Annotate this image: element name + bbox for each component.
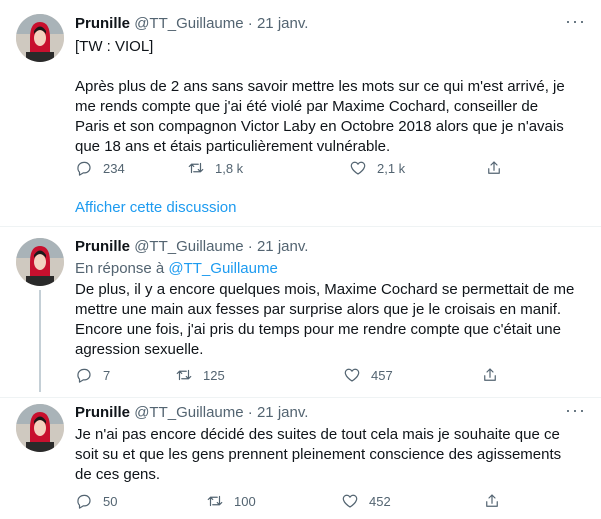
tweet-text: [TW : VIOL] Après plus de 2 ans sans sav… <box>75 38 565 155</box>
reply-count: 7 <box>103 367 111 383</box>
separator-dot: · <box>247 404 253 421</box>
reply-count: 50 <box>103 493 118 509</box>
tweet-date[interactable]: 21 janv. <box>257 238 308 255</box>
retweet-arrows-icon <box>176 369 192 381</box>
like-button[interactable]: 457 <box>343 365 393 385</box>
user-handle[interactable]: @TT_Guillaume <box>134 404 243 421</box>
tweet-actions: 7 125 457 <box>75 365 515 385</box>
retweet-count: 100 <box>234 493 256 509</box>
replying-prefix: En réponse à <box>75 260 165 277</box>
like-count: 457 <box>371 367 393 383</box>
reply-button[interactable]: 50 <box>75 491 117 511</box>
retweet-arrows-icon <box>207 495 223 507</box>
tweet-actions: 234 1,8 k 2,1 k <box>75 158 515 178</box>
share-upload-icon <box>484 368 496 381</box>
tweet-1[interactable]: Prunille @TT_Guillaume · 21 janv. ··· [T… <box>0 0 601 230</box>
tweet-text: De plus, il y a encore quelques mois, Ma… <box>75 281 579 358</box>
like-count: 2,1 k <box>377 160 406 176</box>
avatar[interactable] <box>16 14 64 62</box>
tweet-header: Prunille @TT_Guillaume · 21 janv. <box>75 403 308 422</box>
share-button[interactable] <box>483 491 501 511</box>
tweet-actions: 50 100 452 <box>75 491 515 511</box>
heart-icon <box>342 494 358 508</box>
display-name[interactable]: Prunille <box>75 15 130 32</box>
retweet-button[interactable]: 125 <box>175 365 225 385</box>
retweet-button[interactable]: 1,8 k <box>187 158 243 178</box>
retweet-arrows-icon <box>188 162 204 174</box>
like-button[interactable]: 452 <box>341 491 391 511</box>
thread-line <box>39 290 41 392</box>
separator-dot: · <box>247 15 253 32</box>
replying-to: En réponse à @TT_Guillaume <box>75 259 278 278</box>
reply-bubble-icon <box>77 368 91 383</box>
display-name[interactable]: Prunille <box>75 404 130 421</box>
show-thread-link[interactable]: Afficher cette discussion <box>75 199 236 216</box>
heart-icon <box>350 161 366 175</box>
share-upload-icon <box>488 161 500 174</box>
reply-button[interactable]: 7 <box>75 365 110 385</box>
reply-button[interactable]: 234 <box>75 158 125 178</box>
more-horizontal-icon[interactable]: ··· <box>565 12 585 34</box>
like-button[interactable]: 2,1 k <box>349 158 405 178</box>
reply-bubble-icon <box>77 161 91 176</box>
tweet-header: Prunille @TT_Guillaume · 21 janv. <box>75 237 308 256</box>
display-name[interactable]: Prunille <box>75 238 130 255</box>
retweet-button[interactable]: 100 <box>206 491 256 511</box>
tweet-text: Je n'ai pas encore décidé des suites de … <box>75 426 566 483</box>
avatar[interactable] <box>16 404 64 452</box>
tweet-date[interactable]: 21 janv. <box>257 15 308 32</box>
tweet-2[interactable]: Prunille @TT_Guillaume · 21 janv. En rép… <box>0 227 601 397</box>
heart-icon <box>344 368 360 382</box>
reply-count: 234 <box>103 160 125 176</box>
user-handle[interactable]: @TT_Guillaume <box>134 15 243 32</box>
user-handle[interactable]: @TT_Guillaume <box>134 238 243 255</box>
like-count: 452 <box>369 493 391 509</box>
tweet-3[interactable]: Prunille @TT_Guillaume · 21 janv. ··· Je… <box>0 398 601 519</box>
more-horizontal-icon[interactable]: ··· <box>565 401 585 423</box>
retweet-count: 1,8 k <box>215 160 244 176</box>
tweet-date[interactable]: 21 janv. <box>257 404 308 421</box>
avatar[interactable] <box>16 238 64 286</box>
share-button[interactable] <box>485 158 503 178</box>
separator-dot: · <box>247 238 253 255</box>
share-button[interactable] <box>481 365 499 385</box>
share-upload-icon <box>486 494 498 507</box>
reply-bubble-icon <box>77 494 91 509</box>
replying-to-handle[interactable]: @TT_Guillaume <box>168 260 277 277</box>
tweet-header: Prunille @TT_Guillaume · 21 janv. <box>75 14 308 33</box>
retweet-count: 125 <box>203 367 225 383</box>
